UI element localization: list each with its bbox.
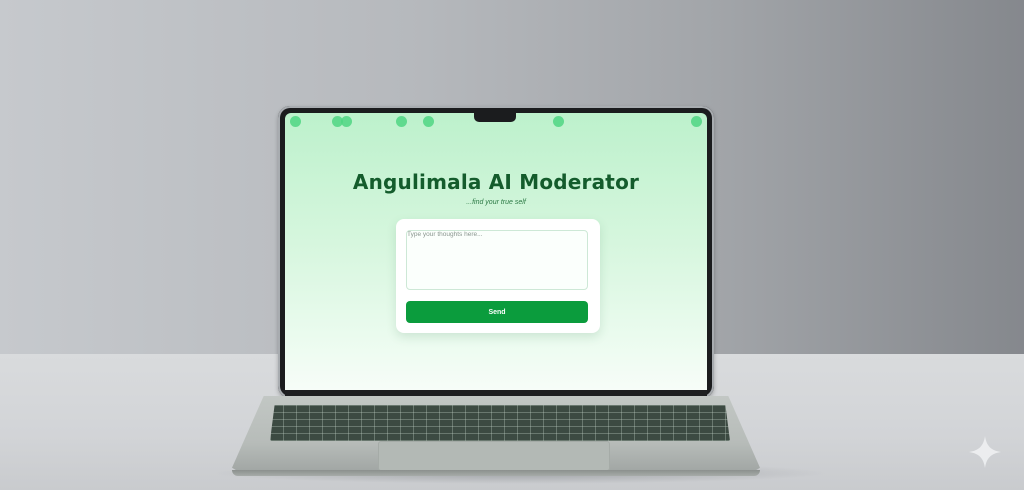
laptop-front-edge — [232, 470, 760, 476]
decorative-dot — [290, 116, 301, 127]
decorative-dot — [341, 116, 352, 127]
decorative-dot — [423, 116, 434, 127]
thoughts-input[interactable] — [406, 230, 588, 290]
decorative-dot — [553, 116, 564, 127]
message-card: Send — [396, 219, 600, 333]
decorative-dot — [396, 116, 407, 127]
keyboard — [270, 405, 730, 441]
trackpad — [378, 441, 610, 471]
page-subtitle: ...find your true self — [466, 199, 526, 206]
page-title: Angulimala AI Moderator — [352, 170, 640, 194]
laptop-screen: Angulimala AI Moderator ...find your tru… — [285, 113, 707, 390]
send-button[interactable]: Send — [406, 301, 588, 323]
sparkle-icon — [969, 436, 1001, 468]
camera-notch — [474, 113, 516, 122]
decorative-dot — [691, 116, 702, 127]
